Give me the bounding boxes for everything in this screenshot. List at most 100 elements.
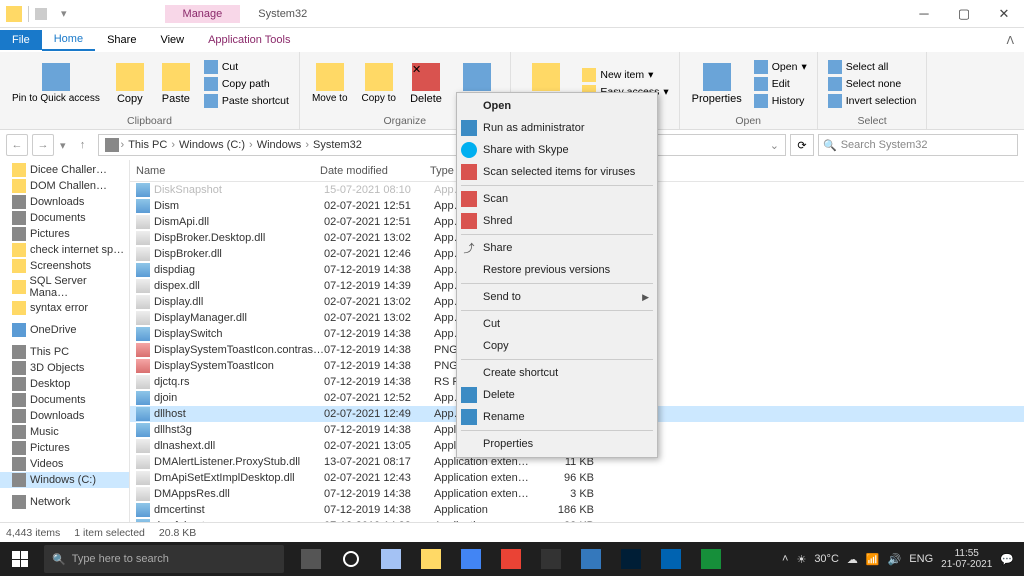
breadcrumb-seg[interactable]: Windows	[255, 139, 304, 151]
nav-item[interactable]: DOM Challen…	[0, 178, 129, 194]
app-icon[interactable]	[492, 542, 530, 576]
tray-icon[interactable]: 📶	[866, 553, 880, 566]
pin-button[interactable]: Pin to Quick access	[8, 54, 104, 113]
select-none-button[interactable]: Select none	[826, 76, 919, 92]
history-dropdown-icon[interactable]: ▾	[58, 139, 68, 152]
app-tools-tab[interactable]: Application Tools	[196, 30, 302, 50]
search-input[interactable]: 🔍 Search System32	[818, 134, 1018, 156]
select-all-button[interactable]: Select all	[826, 59, 919, 75]
nav-item[interactable]: Windows (C:)	[0, 472, 129, 488]
breadcrumb-seg[interactable]: System32	[311, 139, 364, 151]
invert-selection-button[interactable]: Invert selection	[826, 93, 919, 109]
nav-item[interactable]: Downloads	[0, 408, 129, 424]
ctx-restore[interactable]: Restore previous versions	[457, 259, 657, 281]
file-row[interactable]: dmcertinst 07-12-2019 14:38 Application …	[130, 502, 1024, 518]
breadcrumb-seg[interactable]: Windows (C:)	[177, 139, 247, 151]
nav-item[interactable]: Pictures	[0, 440, 129, 456]
ctx-delete[interactable]: Delete	[457, 384, 657, 406]
file-row[interactable]: DMAppsRes.dll 07-12-2019 14:38 Applicati…	[130, 486, 1024, 502]
open-button[interactable]: Open ▾	[752, 59, 809, 75]
paste-shortcut-button[interactable]: Paste shortcut	[202, 93, 291, 109]
breadcrumb-dropdown-icon[interactable]: ⌄	[770, 139, 779, 152]
nav-item[interactable]: This PC	[0, 344, 129, 360]
copy-button[interactable]: Copy	[110, 54, 150, 113]
app-icon[interactable]	[372, 542, 410, 576]
nav-item[interactable]: SQL Server Mana…	[0, 274, 129, 300]
cortana-button[interactable]	[332, 542, 370, 576]
app-icon[interactable]	[612, 542, 650, 576]
app-icon[interactable]	[692, 542, 730, 576]
nav-item[interactable]: Desktop	[0, 376, 129, 392]
col-date-header[interactable]: Date modified	[320, 165, 430, 177]
tray-icon[interactable]: 🔊	[888, 553, 902, 566]
ctx-cut[interactable]: Cut	[457, 313, 657, 335]
nav-item[interactable]: Downloads	[0, 194, 129, 210]
ctx-shred[interactable]: Shred	[457, 210, 657, 232]
tray-icon[interactable]: ☁	[847, 553, 858, 566]
nav-item[interactable]: Screenshots	[0, 258, 129, 274]
ctx-skype[interactable]: Share with Skype	[457, 139, 657, 161]
manage-tab[interactable]: Manage	[165, 5, 241, 23]
qat-more[interactable]: ▾	[61, 7, 67, 20]
clock[interactable]: 11:55 21-07-2021	[941, 548, 992, 570]
nav-item[interactable]: Documents	[0, 210, 129, 226]
task-view-button[interactable]	[292, 542, 330, 576]
forward-button[interactable]: →	[32, 134, 54, 156]
app-icon[interactable]	[572, 542, 610, 576]
maximize-button[interactable]: ▢	[944, 0, 984, 28]
notifications-icon[interactable]: 💬	[1000, 553, 1014, 566]
nav-item[interactable]: Dicee Challer…	[0, 162, 129, 178]
nav-item[interactable]: Documents	[0, 392, 129, 408]
ribbon-collapse-icon[interactable]: ᐱ	[996, 34, 1024, 47]
ctx-share[interactable]: ⤴Share	[457, 237, 657, 259]
refresh-button[interactable]: ⟳	[790, 134, 814, 156]
ctx-run-as-admin[interactable]: Run as administrator	[457, 117, 657, 139]
col-name-header[interactable]: Name	[130, 165, 320, 177]
back-button[interactable]: ←	[6, 134, 28, 156]
tray-chevron-icon[interactable]: ˄	[782, 553, 788, 565]
weather-temp[interactable]: 30°C	[814, 553, 839, 565]
move-to-button[interactable]: Move to	[308, 54, 352, 113]
ctx-properties[interactable]: Properties	[457, 433, 657, 455]
nav-item[interactable]: syntax error	[0, 300, 129, 316]
breadcrumb-seg[interactable]: This PC	[126, 139, 169, 151]
start-button[interactable]	[0, 542, 40, 576]
app-icon[interactable]	[652, 542, 690, 576]
file-row[interactable]: DmApiSetExtImplDesktop.dll 02-07-2021 12…	[130, 470, 1024, 486]
ctx-scan[interactable]: Scan	[457, 188, 657, 210]
new-item-button[interactable]: New item ▾	[580, 67, 670, 83]
file-menu[interactable]: File	[0, 30, 42, 50]
nav-item[interactable]: Pictures	[0, 226, 129, 242]
copy-to-button[interactable]: Copy to	[358, 54, 400, 113]
taskbar-search[interactable]: 🔍Type here to search	[44, 545, 284, 573]
navigation-pane[interactable]: Dicee Challer…DOM Challen…DownloadsDocum…	[0, 160, 130, 522]
tray-icon[interactable]: ☀	[796, 553, 806, 566]
language-indicator[interactable]: ENG	[909, 553, 933, 565]
nav-item[interactable]: Network	[0, 494, 129, 510]
ctx-send-to[interactable]: Send to▶	[457, 286, 657, 308]
breadcrumb[interactable]: ›This PC ›Windows (C:) ›Windows ›System3…	[98, 134, 786, 156]
close-button[interactable]: ✕	[984, 0, 1024, 28]
history-button[interactable]: History	[752, 93, 809, 109]
share-tab[interactable]: Share	[95, 30, 148, 50]
file-row[interactable]: dmcfghost 07-12-2019 14:38 Application 3…	[130, 518, 1024, 522]
copy-path-button[interactable]: Copy path	[202, 76, 291, 92]
ctx-scan-virus[interactable]: Scan selected items for viruses	[457, 161, 657, 183]
app-icon[interactable]	[532, 542, 570, 576]
app-icon[interactable]	[412, 542, 450, 576]
minimize-button[interactable]: ─	[904, 0, 944, 28]
nav-item[interactable]: OneDrive	[0, 322, 129, 338]
properties-button[interactable]: Properties	[688, 54, 746, 113]
cut-button[interactable]: Cut	[202, 59, 291, 75]
paste-button[interactable]: Paste	[156, 54, 196, 113]
nav-item[interactable]: Videos	[0, 456, 129, 472]
ctx-rename[interactable]: Rename	[457, 406, 657, 428]
ctx-copy[interactable]: Copy	[457, 335, 657, 357]
nav-item[interactable]: Music	[0, 424, 129, 440]
nav-item[interactable]: check internet sp…	[0, 242, 129, 258]
edit-button[interactable]: Edit	[752, 76, 809, 92]
ctx-open[interactable]: Open	[457, 95, 657, 117]
qat-dropdown-icon[interactable]	[35, 8, 47, 20]
app-icon[interactable]	[452, 542, 490, 576]
home-tab[interactable]: Home	[42, 29, 95, 51]
